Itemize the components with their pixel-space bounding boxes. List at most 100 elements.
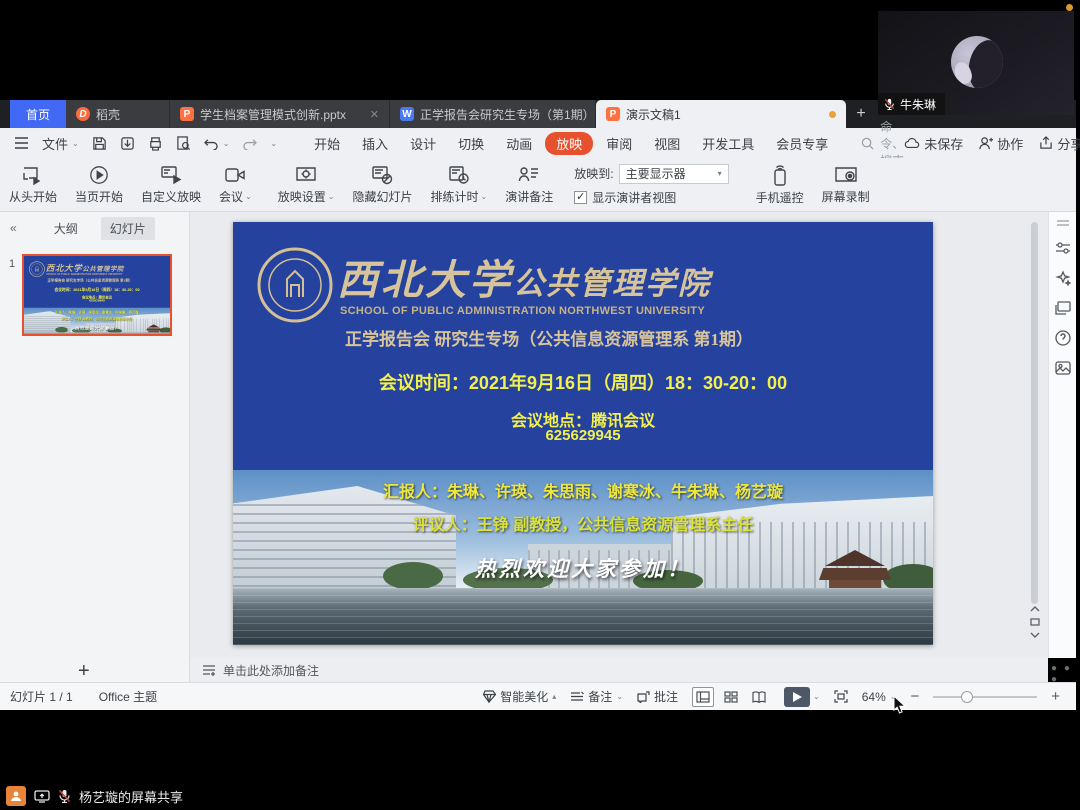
tab-current-label: 演示文稿1 [626,106,681,123]
slide-nav-icon[interactable] [1030,618,1040,626]
chevron-down-icon[interactable]: ⌄ [813,692,820,701]
chevron-down-icon: ⌄ [223,139,230,148]
slide-thumbnail[interactable]: 西北大学公共管理学院 SCHOOL OF PUBLIC ADMINISTRATI… [22,254,172,336]
hamburger-icon[interactable] [14,137,29,149]
image-tool-icon[interactable] [1055,361,1071,375]
speaker-notes-button[interactable]: 演讲备注 [496,165,562,205]
mic-muted-icon [58,789,71,803]
close-tab-icon[interactable]: ✕ [370,108,379,121]
slide-reviewer: 评议人：王铮 副教授，公共信息资源管理系主任 [233,511,933,535]
zoom-level[interactable]: 64%⌄ [862,690,897,704]
slide-title: 西北大学公共管理学院 [337,246,711,306]
drag-handle-icon[interactable] [1056,220,1070,226]
play-from-beginning-button[interactable]: 从头开始 [0,165,66,205]
participant-video[interactable]: 牛朱琳 [878,11,1074,115]
play-from-current-button[interactable]: 当页开始 [66,165,132,205]
beautify-star-icon[interactable] [1055,270,1071,286]
view-normal-button[interactable] [692,687,714,707]
screen-record-label: 屏幕录制 [822,188,870,205]
presenter-view-checkbox[interactable]: ✓ [574,191,587,204]
menu-start[interactable]: 开始 [303,134,351,153]
properties-sliders-icon[interactable] [1055,241,1071,255]
tab-outline[interactable]: 大纲 [45,217,87,240]
print-preview-icon[interactable] [176,136,191,151]
file-menu-label: 文件 [42,134,68,153]
help-icon[interactable] [1055,330,1071,346]
slide-nav [1027,606,1043,638]
export-icon[interactable] [120,136,135,151]
beautify-button[interactable]: 智能美化 ▴ [482,688,556,705]
undo-button[interactable]: ⌄ [204,137,230,150]
collab-button[interactable]: 协作 [979,134,1023,153]
save-status[interactable]: 未保存 [904,134,963,153]
toolbar-more-icon[interactable]: ⌄ [270,139,277,148]
comment-icon [637,691,650,703]
sharer-avatar [6,786,26,806]
tab-doc-word-label: 正学报告会研究生专场（第1期） [420,106,595,123]
participant-avatar [951,36,1003,88]
menu-review[interactable]: 审阅 [595,134,643,153]
tab-home[interactable]: 首页 [10,100,66,128]
docer-icon: D [76,107,90,121]
save-icon[interactable] [92,136,107,151]
menu-group: 开始 插入 设计 切换 动画 放映 审阅 视图 开发工具 会员专享 [303,132,839,155]
screen-record-button[interactable]: 屏幕录制 [813,165,879,205]
menu-design[interactable]: 设计 [399,134,447,153]
collab-icon [979,136,993,150]
ppt-file-icon: P [606,107,620,121]
zoom-out-button[interactable]: − [910,688,919,705]
phone-remote-button[interactable]: 手机遥控 [747,164,813,206]
tab-doc-word[interactable]: W 正学报告会研究生专场（第1期） ✕ [390,100,596,128]
notes-button[interactable]: 备注 ⌄ [570,688,623,705]
meeting-button[interactable]: 会议⌄ [210,165,261,205]
theme-name[interactable]: Office 主题 [99,688,157,705]
show-settings-button[interactable]: 放映设置⌄ [269,165,344,205]
ppt-file-icon: P [180,107,194,121]
zoom-slider[interactable] [933,696,1037,698]
layout-slides-icon[interactable] [1055,301,1071,315]
menu-member[interactable]: 会员专享 [765,134,839,153]
collapse-panel-button[interactable]: « [10,221,17,235]
slide-meeting-id: 625629945 [233,427,933,444]
chevron-down-icon: ⌄ [481,192,488,201]
share-button[interactable]: 分享 [1039,134,1080,153]
view-sorter-button[interactable] [720,687,742,707]
prev-slide-icon[interactable] [1030,606,1040,612]
menu-insert[interactable]: 插入 [351,134,399,153]
display-target-select[interactable]: 主要显示器 ▾ [619,164,729,184]
play-slideshow-button[interactable] [784,687,810,707]
file-menu[interactable]: 文件⌄ [42,134,79,153]
menu-view[interactable]: 视图 [643,134,691,153]
participant-name-chip: 牛朱琳 [878,93,945,115]
fit-screen-icon[interactable] [834,690,848,703]
slide[interactable]: 西北大学公共管理学院 SCHOOL OF PUBLIC ADMINISTRATI… [233,222,933,645]
menu-slideshow-active[interactable]: 放映 [545,132,593,155]
vertical-scrollbar[interactable] [1031,222,1038,604]
rehearse-timing-button[interactable]: 排练计时⌄ [422,165,497,205]
menu-transition[interactable]: 切换 [447,134,495,153]
slide-subtitle: 正学报告会 研究生专场（公共信息资源管理系 第1期） [345,325,753,350]
view-read-button[interactable] [748,687,770,707]
slide-meeting-time: 会议时间：2021年9月16日（周四）18：30-20：00 [233,369,933,395]
tab-docer[interactable]: D 稻壳 [66,100,170,128]
next-slide-icon[interactable] [1030,632,1040,638]
menu-devtools[interactable]: 开发工具 [691,134,765,153]
comments-button[interactable]: 批注 [637,688,678,705]
tab-current-presentation[interactable]: P 演示文稿1 [596,100,846,128]
slide-canvas[interactable]: 西北大学公共管理学院 SCHOOL OF PUBLIC ADMINISTRATI… [190,212,1048,658]
custom-show-button[interactable]: 自定义放映 [132,165,210,205]
tab-home-label: 首页 [26,106,50,123]
hide-slide-button[interactable]: 隐藏幻灯片 [343,165,421,205]
print-icon[interactable] [148,136,163,151]
menu-animation[interactable]: 动画 [495,134,543,153]
zoom-in-button[interactable]: + [1051,688,1060,705]
notes-bar[interactable]: 单击此处添加备注 [190,658,1048,682]
tab-slides[interactable]: 幻灯片 [101,217,155,240]
tab-doc-pptx[interactable]: P 学生档案管理模式创新.pptx ✕ [170,100,390,128]
add-slide-button[interactable]: + [78,660,90,683]
zoom-slider-thumb[interactable] [961,691,973,703]
redo-button[interactable] [242,137,257,150]
right-toolbar [1048,212,1076,658]
slide-thumbnail-content: 西北大学公共管理学院 SCHOOL OF PUBLIC ADMINISTRATI… [24,256,170,336]
notes-icon [570,691,584,702]
